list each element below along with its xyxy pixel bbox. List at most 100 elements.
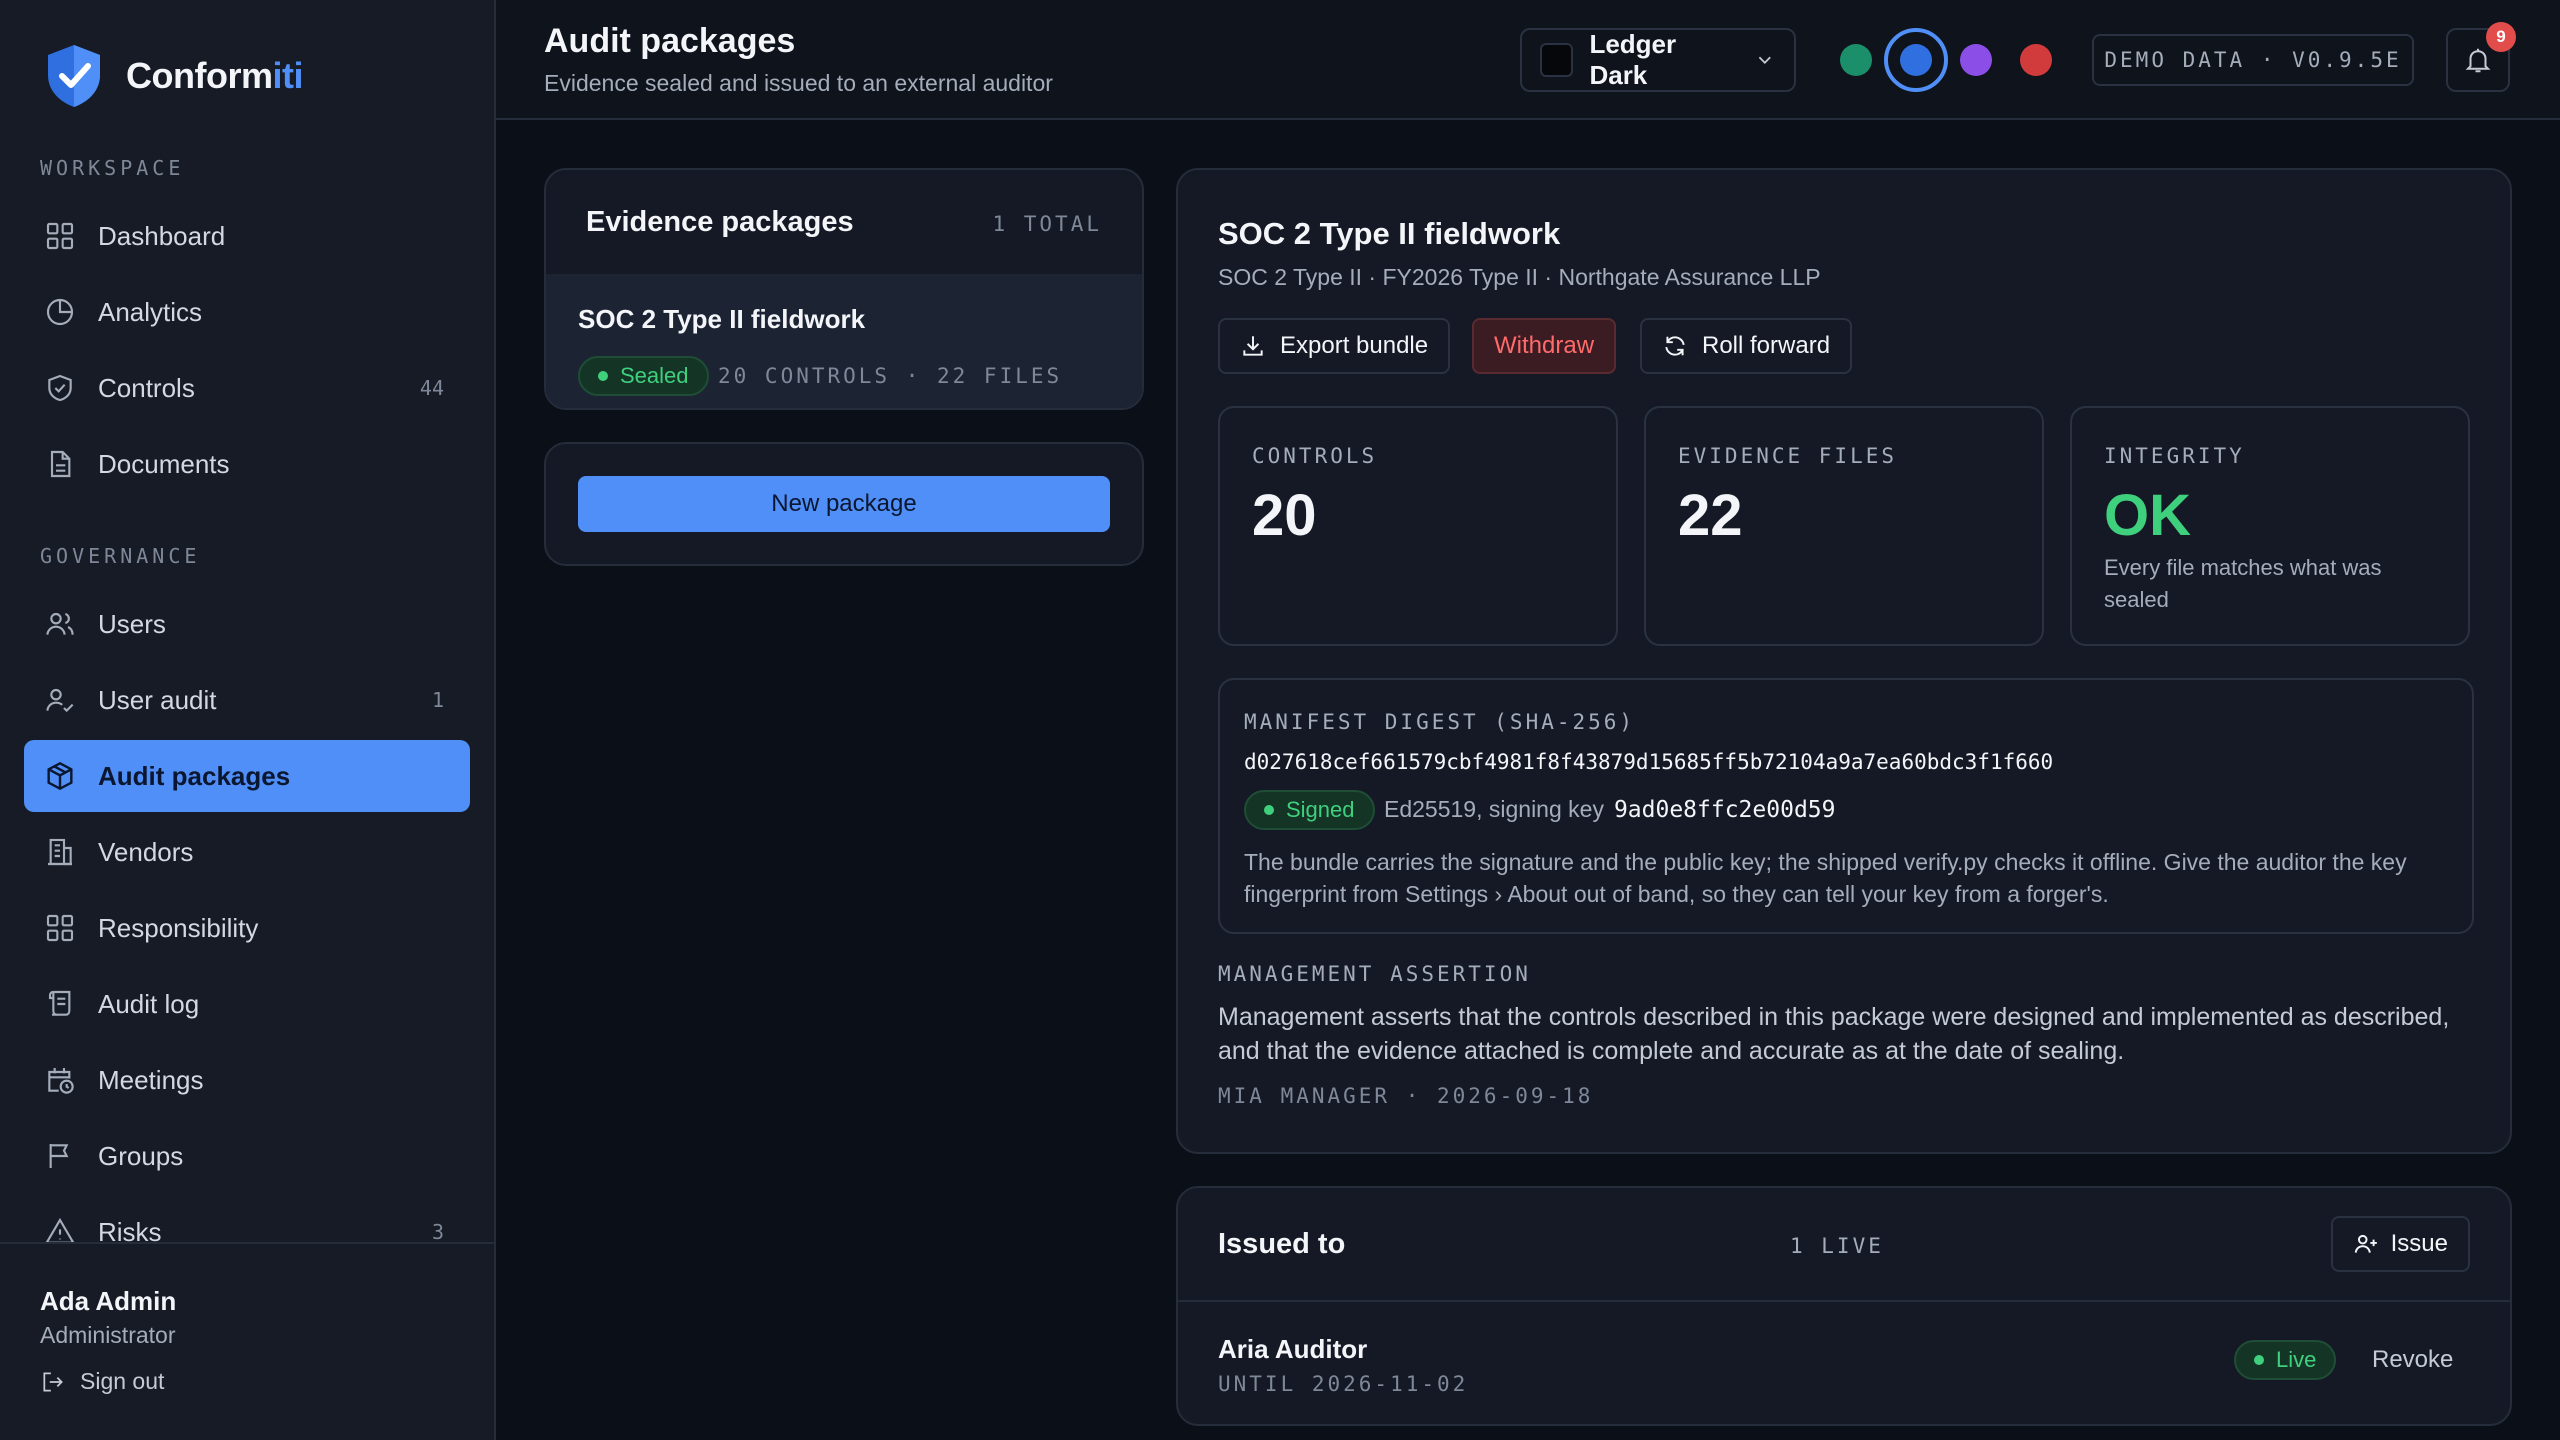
top-bar: Audit packages Evidence sealed and issue… xyxy=(496,0,2560,120)
pie-chart-icon xyxy=(46,298,74,326)
live-label: Live xyxy=(2276,1347,2317,1372)
sidebar-item-label: Vendors xyxy=(98,836,194,867)
digest-hash: d027618cef661579cbf4981f8f43879d15685ff5… xyxy=(1244,750,2054,774)
roll-forward-button[interactable]: Roll forward xyxy=(1640,318,1853,374)
revoke-button[interactable]: Revoke xyxy=(2372,1346,2453,1374)
package-list-item[interactable]: SOC 2 Type II fieldwork Sealed 20 CONTRO… xyxy=(546,274,1142,408)
users-icon xyxy=(46,612,74,635)
sidebar-item-label: Users xyxy=(98,608,166,639)
sidebar-item-meetings[interactable]: Meetings xyxy=(24,1044,470,1116)
user-plus-icon xyxy=(2354,1234,2377,1253)
controls-stat-label: CONTROLS xyxy=(1252,444,1378,468)
bell-icon xyxy=(2465,48,2491,73)
signed-label: Signed xyxy=(1286,797,1355,822)
shield-logo-icon xyxy=(48,45,100,107)
sidebar-item-groups[interactable]: Groups xyxy=(24,1120,470,1192)
signed-badge: Signed xyxy=(1244,790,1375,830)
governance-section-label: GOVERNANCE xyxy=(40,544,201,568)
integrity-stat-label: INTEGRITY xyxy=(2104,444,2245,468)
accent-red[interactable] xyxy=(2020,44,2052,76)
grid-icon xyxy=(46,914,74,942)
brand-name: Conformiti xyxy=(126,55,303,96)
sidebar-item-label: Controls xyxy=(98,372,195,403)
roll-forward-label: Roll forward xyxy=(1702,332,1831,359)
withdraw-label: Withdraw xyxy=(1494,332,1595,359)
theme-select[interactable]: Ledger Dark xyxy=(1520,28,1796,92)
export-bundle-button[interactable]: Export bundle xyxy=(1218,318,1451,374)
sign-out-icon xyxy=(43,1371,63,1392)
sidebar-footer: Ada Admin Administrator Sign out xyxy=(0,1242,494,1440)
evidence-packages-card: Evidence packages 1 TOTAL SOC 2 Type II … xyxy=(544,168,1144,410)
building-icon xyxy=(48,838,72,866)
sidebar-item-label: Meetings xyxy=(98,1064,204,1095)
accent-teal[interactable] xyxy=(1840,44,1872,76)
sidebar-item-vendors[interactable]: Vendors xyxy=(24,816,470,888)
calendar-clock-icon xyxy=(48,1068,74,1094)
package-meta: 20 CONTROLS · 22 FILES xyxy=(718,364,1063,388)
signing-key-info: Ed25519, signing key 9ad0e8ffc2e00d59 xyxy=(1384,796,1836,823)
controls-count: 44 xyxy=(419,376,444,400)
sidebar-item-label: Audit log xyxy=(98,988,200,1019)
issue-button[interactable]: Issue xyxy=(2330,1216,2470,1272)
user-role: Administrator xyxy=(40,1322,176,1348)
sidebar-item-dashboard[interactable]: Dashboard xyxy=(24,200,470,272)
signing-key-text: Ed25519, signing key xyxy=(1384,796,1604,822)
scroll-icon xyxy=(48,990,71,1016)
signing-key-value: 9ad0e8ffc2e00d59 xyxy=(1613,797,1836,823)
sidebar-item-controls[interactable]: Controls 44 xyxy=(24,352,470,424)
sidebar-item-label: Groups xyxy=(98,1140,184,1171)
shield-check-icon xyxy=(48,374,72,402)
status-dot xyxy=(598,371,608,381)
sidebar-item-documents[interactable]: Documents xyxy=(24,428,470,500)
chevron-down-icon xyxy=(1759,56,1772,64)
user-name: Ada Admin xyxy=(40,1286,177,1316)
sidebar-item-user-audit[interactable]: User audit 1 xyxy=(24,664,470,736)
status-label: Sealed xyxy=(620,363,689,388)
live-badge: Live xyxy=(2234,1340,2337,1380)
manifest-digest-box: MANIFEST DIGEST (SHA-256) d027618cef6615… xyxy=(1218,678,2474,934)
sidebar-item-label: Audit packages xyxy=(98,760,291,791)
sidebar-item-analytics[interactable]: Analytics xyxy=(24,276,470,348)
accent-purple[interactable] xyxy=(1960,44,1992,76)
sign-out-link[interactable]: Sign out xyxy=(40,1368,164,1395)
new-package-button[interactable]: New package xyxy=(578,476,1110,532)
sidebar-item-users[interactable]: Users xyxy=(24,588,470,660)
package-detail-card: SOC 2 Type II fieldwork SOC 2 Type II · … xyxy=(1176,168,2512,1154)
flag-icon xyxy=(49,1144,69,1168)
assertion-signature: MIA MANAGER · 2026-09-18 xyxy=(1218,1084,1594,1108)
status-dot xyxy=(2254,1355,2264,1365)
sidebar-item-audit-log[interactable]: Audit log xyxy=(24,968,470,1040)
assertion-label: MANAGEMENT ASSERTION xyxy=(1218,962,1531,986)
demo-data-badge: DEMO DATA · V0.9.5E xyxy=(2092,34,2414,86)
status-dot xyxy=(1264,805,1274,815)
sidebar-item-label: User audit xyxy=(98,684,217,715)
sidebar-item-responsibility[interactable]: Responsibility xyxy=(24,892,470,964)
controls-stat: CONTROLS 20 xyxy=(1218,406,1618,646)
user-check-icon xyxy=(46,688,74,713)
integrity-stat: INTEGRITY OK Every file matches what was… xyxy=(2070,406,2470,646)
assertion-text: Management asserts that the controls des… xyxy=(1218,1003,2450,1065)
files-stat-label: EVIDENCE FILES xyxy=(1678,444,1898,468)
sidebar-item-label: Dashboard xyxy=(98,220,226,251)
files-stat-value: 22 xyxy=(1678,483,1743,548)
sidebar-item-label: Documents xyxy=(98,448,230,479)
detail-title: SOC 2 Type II fieldwork xyxy=(1218,216,1561,251)
sidebar-item-label: Responsibility xyxy=(98,912,259,943)
issued-title: Issued to xyxy=(1218,1228,1346,1260)
package-icon xyxy=(47,761,73,791)
brand[interactable]: Conformiti xyxy=(44,40,303,112)
evidence-files-stat: EVIDENCE FILES 22 xyxy=(1644,406,2044,646)
withdraw-button[interactable]: Withdraw xyxy=(1472,318,1617,374)
risks-count: 3 xyxy=(431,1220,444,1244)
status-badge: Sealed xyxy=(578,356,709,396)
sidebar-item-audit-packages[interactable]: Audit packages xyxy=(24,740,470,812)
packages-title: Evidence packages xyxy=(586,206,854,238)
divider xyxy=(1178,1300,2510,1302)
page-title: Audit packages xyxy=(544,22,796,60)
package-name: SOC 2 Type II fieldwork xyxy=(578,304,866,334)
issued-live-count: 1 LIVE xyxy=(1790,1234,1884,1258)
digest-note: The bundle carries the signature and the… xyxy=(1244,849,2407,907)
issue-label: Issue xyxy=(2390,1230,2448,1257)
user-audit-count: 1 xyxy=(431,688,444,712)
accent-blue[interactable] xyxy=(1900,44,1932,76)
